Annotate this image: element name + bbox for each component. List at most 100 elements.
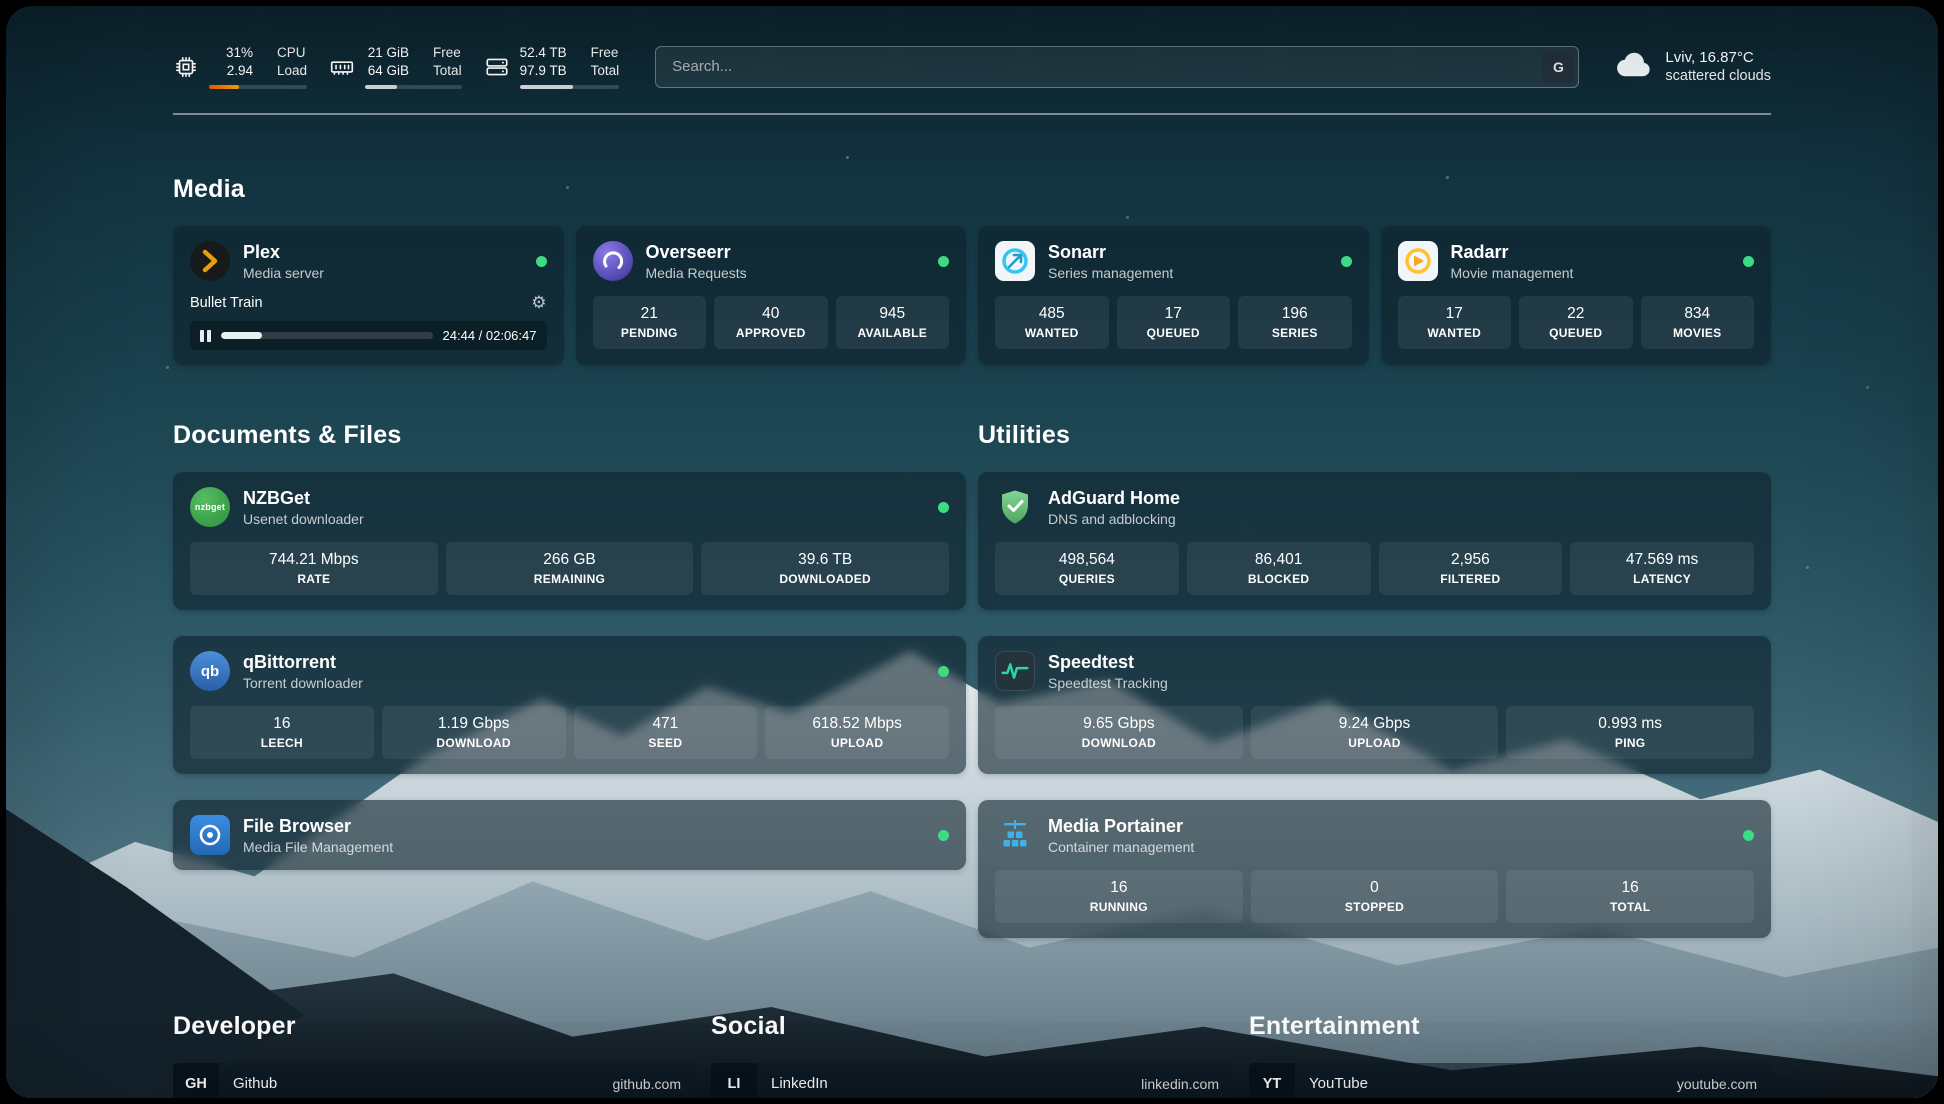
disk-free-value: 52.4 TB — [520, 44, 567, 62]
app-card-nzbget[interactable]: nzbget NZBGet Usenet downloader 744.21 M… — [173, 472, 966, 610]
stat-wanted: 17 WANTED — [1398, 296, 1512, 349]
app-subtitle: Usenet downloader — [243, 511, 925, 527]
disk-progress-track — [520, 85, 620, 89]
stat-download: 1.19 Gbps DOWNLOAD — [382, 706, 566, 759]
stat-stopped: 0 STOPPED — [1251, 870, 1499, 923]
stat-queries: 498,564 QUERIES — [995, 542, 1179, 595]
stat-pending: 21 PENDING — [593, 296, 707, 349]
app-card-radarr[interactable]: Radarr Movie management 17 WANTED 22 QUE… — [1381, 226, 1772, 365]
app-subtitle: Speedtest Tracking — [1048, 675, 1754, 691]
top-bar: 31% 2.94 CPU Load — [173, 6, 1771, 89]
app-name: Radarr — [1451, 242, 1731, 263]
memory-free-value: 21 GiB — [368, 44, 409, 62]
app-card-overseerr[interactable]: Overseerr Media Requests 21 PENDING 40 A… — [576, 226, 967, 365]
stat-seed: 471 SEED — [574, 706, 758, 759]
disk-icon — [484, 54, 510, 80]
cpu-progress-fill — [209, 85, 239, 89]
app-card-speedtest[interactable]: Speedtest Speedtest Tracking 9.65 Gbps D… — [978, 636, 1771, 774]
search-engine-button[interactable]: G — [1542, 51, 1574, 83]
stat-available: 945 AVAILABLE — [836, 296, 950, 349]
weather-location: Lviv, 16.87°C — [1665, 49, 1771, 66]
app-card-adguard[interactable]: AdGuard Home DNS and adblocking 498,564 … — [978, 472, 1771, 610]
now-playing-title: Bullet Train — [190, 295, 263, 311]
github-icon: GH — [173, 1063, 219, 1098]
search-bar: G — [655, 46, 1579, 88]
playback-progress-fill — [221, 332, 262, 339]
memory-total-label: Total — [433, 62, 462, 80]
stat-filtered: 2,956 FILTERED — [1379, 542, 1563, 595]
stat-upload: 9.24 Gbps UPLOAD — [1251, 706, 1499, 759]
app-subtitle: Media Requests — [646, 265, 926, 281]
dashboard-window: 31% 2.94 CPU Load — [6, 6, 1938, 1098]
stat-remaining: 266 GB REMAINING — [446, 542, 694, 595]
disk-free-label: Free — [591, 44, 620, 62]
stat-movies: 834 MOVIES — [1641, 296, 1755, 349]
cloud-icon — [1615, 49, 1653, 84]
stat-wanted: 485 WANTED — [995, 296, 1109, 349]
stat-downloaded: 39.6 TB DOWNLOADED — [701, 542, 949, 595]
app-name: Media Portainer — [1048, 816, 1730, 837]
stat-ping: 0.993 ms PING — [1506, 706, 1754, 759]
radarr-icon — [1398, 241, 1438, 281]
app-name: qBittorrent — [243, 652, 925, 673]
cpu-load-label: Load — [277, 62, 307, 80]
linkedin-icon: LI — [711, 1063, 757, 1098]
app-card-plex[interactable]: Plex Media server Bullet Train ⚙ — [173, 226, 564, 365]
memory-free-label: Free — [433, 44, 462, 62]
stat-latency: 47.569 ms LATENCY — [1570, 542, 1754, 595]
playback-progress-track[interactable] — [221, 332, 433, 339]
section-media: Media Plex Media server — [173, 175, 1771, 365]
app-subtitle: Media File Management — [243, 839, 925, 855]
weather-condition: scattered clouds — [1665, 68, 1771, 84]
app-name: Plex — [243, 242, 523, 263]
social-section-title: Social — [711, 1012, 1233, 1041]
sonarr-icon — [995, 241, 1035, 281]
bookmark-github[interactable]: GH Github github.com — [173, 1063, 695, 1098]
cpu-usage-value: 31% — [226, 44, 253, 62]
bookmark-linkedin[interactable]: LI LinkedIn linkedin.com — [711, 1063, 1233, 1098]
section-documents: Documents & Files nzbget NZBGet Usenet d… — [173, 421, 966, 870]
cpu-label: CPU — [277, 44, 307, 62]
adguard-shield-icon — [995, 487, 1035, 527]
settings-gear-icon[interactable]: ⚙ — [531, 294, 546, 311]
disk-widget: 52.4 TB 97.9 TB Free Total — [484, 44, 620, 89]
app-subtitle: DNS and adblocking — [1048, 511, 1754, 527]
status-dot — [1743, 830, 1754, 841]
cpu-icon — [173, 54, 199, 80]
bookmark-youtube[interactable]: YT YouTube youtube.com — [1249, 1063, 1771, 1098]
qbittorrent-icon: qb — [190, 651, 230, 691]
pause-icon[interactable] — [200, 330, 211, 342]
app-card-sonarr[interactable]: Sonarr Series management 485 WANTED 17 Q… — [978, 226, 1369, 365]
search-input[interactable] — [655, 46, 1579, 88]
cpu-progress-track — [209, 85, 307, 89]
memory-progress-track — [365, 85, 462, 89]
app-subtitle: Torrent downloader — [243, 675, 925, 691]
stat-series: 196 SERIES — [1238, 296, 1352, 349]
app-subtitle: Media server — [243, 265, 523, 281]
app-name: NZBGet — [243, 488, 925, 509]
media-section-title: Media — [173, 175, 1771, 204]
utilities-section-title: Utilities — [978, 421, 1771, 450]
status-dot — [1743, 256, 1754, 267]
disk-total-label: Total — [591, 62, 620, 80]
section-utilities: Utilities — [978, 421, 1771, 938]
app-card-filebrowser[interactable]: File Browser Media File Management — [173, 800, 966, 870]
app-subtitle: Movie management — [1451, 265, 1731, 281]
app-name: Sonarr — [1048, 242, 1328, 263]
memory-widget: 21 GiB 64 GiB Free Total — [329, 44, 462, 89]
stat-queued: 22 QUEUED — [1519, 296, 1633, 349]
status-dot — [938, 830, 949, 841]
developer-section-title: Developer — [173, 1012, 695, 1041]
status-dot — [938, 666, 949, 677]
app-card-portainer[interactable]: Media Portainer Container management 16 … — [978, 800, 1771, 938]
app-card-qbittorrent[interactable]: qb qBittorrent Torrent downloader 16 — [173, 636, 966, 774]
stat-blocked: 86,401 BLOCKED — [1187, 542, 1371, 595]
status-dot — [938, 256, 949, 267]
stat-leech: 16 LEECH — [190, 706, 374, 759]
disk-progress-fill — [520, 85, 574, 89]
stat-approved: 40 APPROVED — [714, 296, 828, 349]
stat-queued: 17 QUEUED — [1117, 296, 1231, 349]
portainer-icon — [995, 815, 1035, 855]
section-social: Social LI LinkedIn linkedin.com TW Twitt… — [711, 1012, 1233, 1098]
filebrowser-icon — [190, 815, 230, 855]
